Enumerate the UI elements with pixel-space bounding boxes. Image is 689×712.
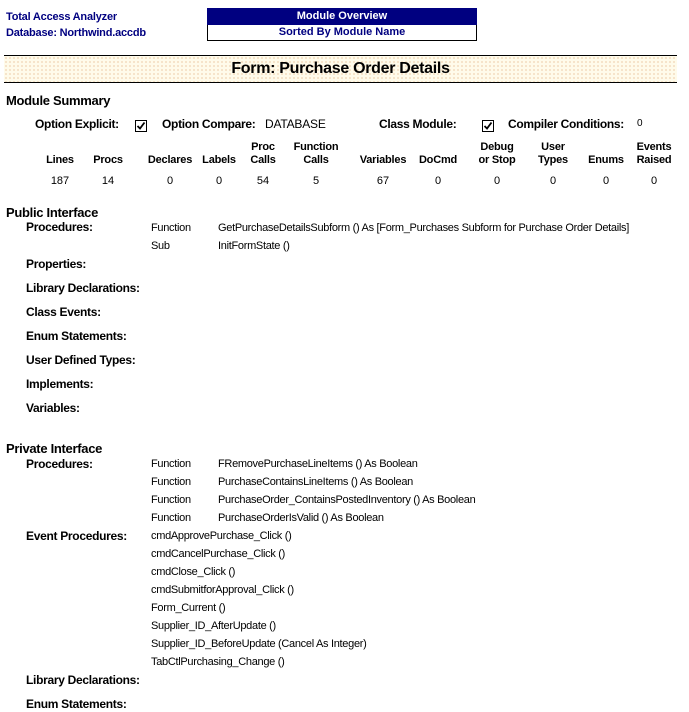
event-procedure: cmdApprovePurchase_Click () (151, 530, 292, 542)
procedure-signature: FRemovePurchaseLineItems () As Boolean (218, 458, 418, 470)
module-summary-heading: Module Summary (6, 93, 111, 108)
event-procedure: cmdClose_Click () (151, 566, 236, 578)
procedure-signature: PurchaseOrderIsValid () As Boolean (218, 512, 384, 524)
stat-header-line2: DoCmd (418, 154, 458, 166)
stat-value: 0 (434, 175, 442, 187)
event-procedure: cmdSubmitforApproval_Click () (151, 584, 294, 596)
public-interface-heading: Public Interface (6, 205, 99, 220)
option-explicit-label: Option Explicit: (35, 117, 119, 131)
event-procedure: Supplier_ID_BeforeUpdate (Cancel As Inte… (151, 638, 367, 650)
procedure-kind: Function (151, 222, 191, 234)
stat-header-line2: or Stop (478, 154, 516, 166)
private-interface-heading: Private Interface (6, 441, 103, 456)
compiler-conditions-value: 0 (637, 118, 643, 129)
stat-value: 0 (549, 175, 557, 187)
class-events-label: Class Events: (26, 305, 101, 319)
library-declarations-label: Library Declarations: (26, 281, 140, 295)
checkmark-icon (136, 121, 146, 130)
procedure-kind: Function (151, 494, 191, 506)
app-name: Total Access Analyzer (6, 11, 117, 23)
stat-value: 67 (376, 175, 390, 187)
stat-value: 5 (312, 175, 320, 187)
compiler-conditions-label: Compiler Conditions: (508, 117, 624, 131)
stat-events-raised: Events Raised 0 (624, 141, 684, 188)
database-name: Database: Northwind.accdb (6, 27, 146, 39)
stat-header-line1: User (541, 141, 565, 153)
procedure-kind: Function (151, 512, 191, 524)
private-enum-statements-label: Enum Statements: (26, 697, 127, 711)
stat-header-line1: Debug (480, 141, 514, 153)
module-title: Form: Purchase Order Details (4, 55, 677, 83)
event-procedure: TabCtlPurchasing_Change () (151, 656, 285, 668)
private-procedures-label: Procedures: (26, 457, 93, 471)
stat-header-line2: Procs (93, 154, 123, 166)
option-explicit-checkbox (135, 120, 147, 132)
report-header-left: Total Access Analyzer Database: Northwin… (6, 9, 146, 41)
checkmark-icon (484, 121, 493, 130)
procedure-signature: InitFormState () (218, 240, 290, 252)
stat-header-line2: Raised (636, 154, 672, 166)
stat-value: 14 (101, 175, 115, 187)
event-procedure: cmdCancelPurchase_Click () (151, 548, 286, 560)
stat-proc-calls: Proc Calls 54 (233, 141, 293, 188)
stat-header-line2: Calls (250, 154, 276, 166)
class-module-label: Class Module: (379, 117, 457, 131)
public-procedures-label: Procedures: (26, 220, 93, 234)
report-title-box: Module Overview Sorted By Module Name (207, 8, 477, 41)
stat-header-line1: Function (293, 141, 339, 153)
event-procedure: Supplier_ID_AfterUpdate () (151, 620, 276, 632)
stat-header-line1: Events (636, 141, 672, 153)
procedure-kind: Function (151, 458, 191, 470)
stat-docmd: DoCmd 0 (408, 141, 468, 188)
stat-debug-or-stop: Debug or Stop 0 (467, 141, 527, 188)
option-compare-label: Option Compare: (162, 117, 256, 131)
report-title: Module Overview (207, 8, 477, 25)
stat-header-line1: Proc (251, 141, 275, 153)
event-procedures-label: Event Procedures: (26, 529, 127, 543)
stat-header-line2: Calls (303, 154, 329, 166)
implements-label: Implements: (26, 377, 94, 391)
procedure-kind: Function (151, 476, 191, 488)
stat-user-types: User Types 0 (523, 141, 583, 188)
procedure-signature: PurchaseContainsLineItems () As Boolean (218, 476, 413, 488)
stat-value: 0 (493, 175, 501, 187)
variables-label: Variables: (26, 401, 80, 415)
option-compare-value: DATABASE (265, 117, 326, 131)
enum-statements-label: Enum Statements: (26, 329, 127, 343)
stat-function-calls: Function Calls 5 (286, 141, 346, 188)
event-procedure: Form_Current () (151, 602, 226, 614)
stat-value: 54 (256, 175, 270, 187)
report-subtitle: Sorted By Module Name (207, 25, 477, 41)
class-module-checkbox (482, 120, 495, 132)
stat-procs: Procs 14 (78, 141, 138, 188)
private-library-declarations-label: Library Declarations: (26, 673, 140, 687)
procedure-signature: GetPurchaseDetailsSubform () As [Form_Pu… (218, 222, 629, 234)
stat-header-line2: Types (538, 154, 568, 166)
procedure-kind: Sub (151, 240, 170, 252)
stat-variables: Variables 67 (353, 141, 413, 188)
stat-value: 0 (650, 175, 658, 187)
properties-label: Properties: (26, 257, 87, 271)
stat-header-line2: Variables (359, 154, 407, 166)
user-defined-types-label: User Defined Types: (26, 353, 136, 367)
procedure-signature: PurchaseOrder_ContainsPostedInventory ()… (218, 494, 476, 506)
